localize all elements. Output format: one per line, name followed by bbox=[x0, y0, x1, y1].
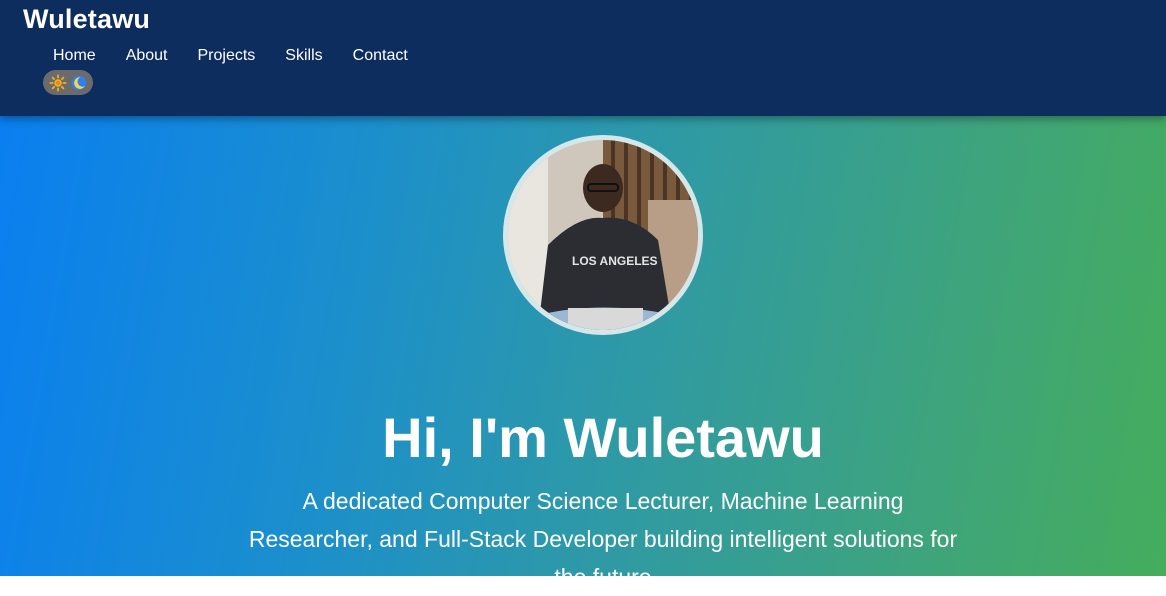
svg-text:LOS ANGELES: LOS ANGELES bbox=[572, 254, 658, 268]
nav-contact[interactable]: Contact bbox=[353, 46, 408, 66]
nav-about[interactable]: About bbox=[126, 46, 168, 66]
moon-icon bbox=[71, 75, 86, 90]
profile-photo: LOS ANGELES bbox=[508, 140, 698, 330]
site-header: Wuletawu Home About Projects Skills Cont… bbox=[0, 0, 1166, 116]
nav-projects[interactable]: Projects bbox=[198, 46, 256, 66]
nav-skills[interactable]: Skills bbox=[285, 46, 322, 66]
hero-title: Hi, I'm Wuletawu bbox=[382, 405, 824, 469]
sun-icon bbox=[48, 73, 67, 92]
hero-section: LOS ANGELES Hi, I'm Wuletawu A dedicated… bbox=[0, 116, 1166, 590]
main-nav: Home About Projects Skills Contact bbox=[53, 46, 438, 66]
profile-avatar: LOS ANGELES bbox=[503, 135, 703, 335]
theme-toggle[interactable] bbox=[43, 70, 93, 95]
hero-subtitle: A dedicated Computer Science Lecturer, M… bbox=[248, 488, 958, 590]
nav-home[interactable]: Home bbox=[53, 46, 96, 66]
site-logo[interactable]: Wuletawu bbox=[23, 4, 150, 35]
